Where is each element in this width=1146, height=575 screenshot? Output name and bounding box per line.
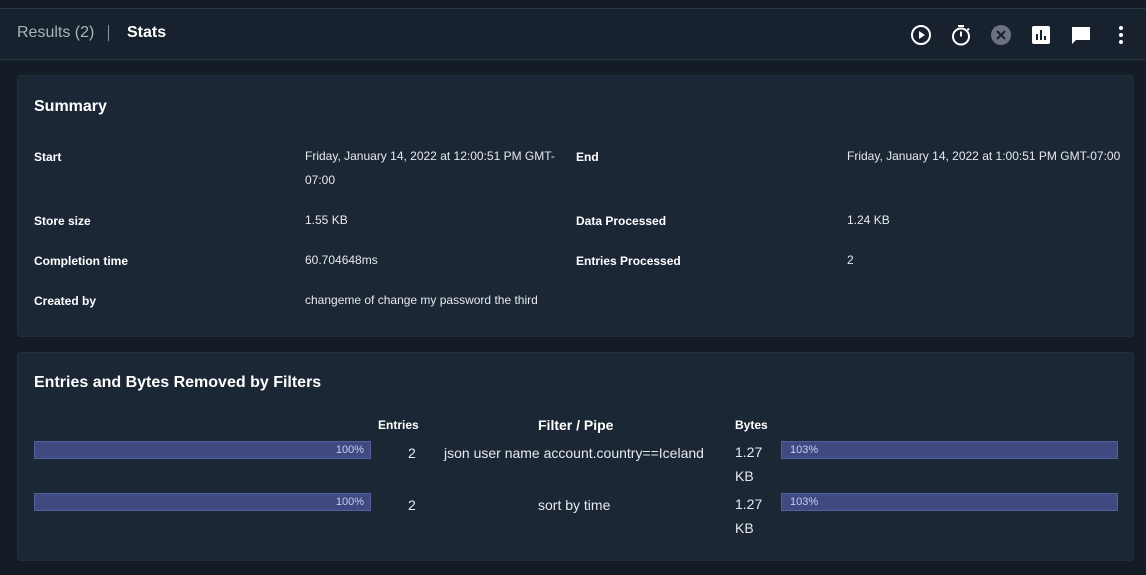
- entries-processed-value: 2: [847, 253, 854, 267]
- start-label: Start: [34, 150, 62, 164]
- comment-icon[interactable]: [1069, 23, 1093, 47]
- store-size-label: Store size: [34, 214, 91, 228]
- tab-stats[interactable]: Stats: [127, 24, 166, 42]
- cancel-icon[interactable]: [989, 23, 1013, 47]
- top-border: [0, 0, 1146, 9]
- created-by-value: changeme of change my password the third: [305, 293, 538, 307]
- filters-card: Entries and Bytes Removed by Filters Ent…: [17, 352, 1134, 561]
- summary-card: Summary Start Friday, January 14, 2022 a…: [17, 75, 1134, 337]
- entries-bar: 100%: [34, 493, 371, 511]
- filter-pipe: json user name account.country==Iceland: [444, 445, 704, 461]
- play-icon[interactable]: [909, 23, 933, 47]
- chart-icon[interactable]: [1029, 23, 1053, 47]
- bytes-number: 1.27: [735, 444, 763, 460]
- entries-count: 2: [408, 445, 416, 461]
- bytes-header: Bytes: [735, 418, 768, 432]
- bytes-number: 1.27: [735, 496, 763, 512]
- bytes-value: 1.27 KB: [735, 492, 762, 540]
- entries-header: Entries: [378, 418, 419, 432]
- tab-divider: [108, 25, 109, 41]
- bytes-bar: 103%: [781, 441, 1118, 459]
- more-vert-icon[interactable]: [1109, 23, 1133, 47]
- bytes-bar: 103%: [781, 493, 1118, 511]
- summary-title: Summary: [34, 98, 107, 115]
- created-by-label: Created by: [34, 294, 97, 308]
- end-label: End: [576, 150, 599, 164]
- bytes-value: 1.27 KB: [735, 440, 762, 488]
- results-toolbar: Results (2) Stats: [0, 9, 1146, 60]
- start-value-line2: 07:00: [305, 173, 336, 187]
- start-value-line1: Friday, January 14, 2022 at 12:00:51 PM …: [305, 149, 555, 163]
- tab-results[interactable]: Results (2): [17, 24, 94, 42]
- filters-title: Entries and Bytes Removed by Filters: [34, 374, 322, 391]
- completion-time-value: 60.704648ms: [305, 253, 378, 267]
- entries-bar: 100%: [34, 441, 371, 459]
- filter-pipe: sort by time: [538, 497, 611, 513]
- completion-time-label: Completion time: [34, 254, 129, 268]
- bytes-unit: KB: [735, 468, 754, 484]
- data-processed-value: 1.24 KB: [847, 213, 890, 227]
- start-value: Friday, January 14, 2022 at 12:00:51 PM …: [305, 144, 555, 192]
- entries-count: 2: [408, 497, 416, 513]
- end-value: Friday, January 14, 2022 at 1:00:51 PM G…: [847, 149, 1121, 163]
- bytes-unit: KB: [735, 520, 754, 536]
- entries-processed-label: Entries Processed: [576, 254, 681, 268]
- store-size-value: 1.55 KB: [305, 213, 348, 227]
- timer-icon[interactable]: [949, 23, 973, 47]
- filter-pipe-header: Filter / Pipe: [538, 417, 614, 433]
- data-processed-label: Data Processed: [576, 214, 667, 228]
